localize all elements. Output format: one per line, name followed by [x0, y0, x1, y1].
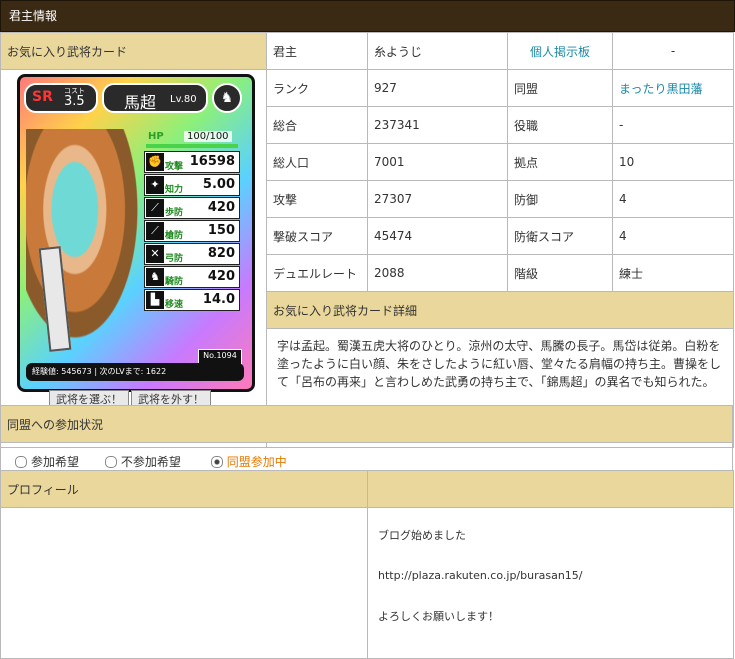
row-value: 7001 [367, 143, 508, 181]
card-cell: SR コスト 3.5 馬超 Lv.80 ♞ HP 100/100 ✊ 攻撃 16… [0, 69, 267, 448]
general-portrait [26, 129, 148, 359]
row-label: 撃破スコア [266, 217, 368, 255]
hp-label: HP [148, 131, 164, 142]
stat-value: 420 [207, 200, 235, 215]
profile-body: ブログ始めました http://plaza.rakuten.co.jp/bura… [367, 507, 734, 659]
row-label: 君主 [266, 32, 368, 70]
row-label: 防御 [507, 180, 613, 218]
alliance-header: 同盟への参加状況 [0, 405, 733, 443]
stat-label: 弓防 [165, 254, 184, 264]
row-label: 防衛スコア [507, 217, 613, 255]
hp-row: HP 100/100 [144, 129, 240, 149]
stat-label: 攻撃 [165, 162, 184, 172]
radio-icon [15, 456, 27, 468]
general-name: 馬超 [124, 93, 157, 112]
detail-header: お気に入り武将カード詳細 [266, 291, 734, 329]
radio-decline[interactable]: 不参加希望 [104, 454, 181, 469]
row-label: 役職 [507, 106, 613, 144]
radio-icon [210, 456, 223, 468]
stat-value: 5.00 [202, 177, 235, 192]
stat-value: 420 [207, 269, 235, 284]
row-label: 総合 [266, 106, 368, 144]
hp-bar-fill [146, 144, 238, 148]
alliance-link[interactable]: まったり黒田藩 [612, 69, 734, 107]
stat-intellect: ✦ 知力 5.00 [144, 174, 240, 196]
stat-label: 騎防 [165, 277, 184, 287]
sparkle-icon: ✦ [146, 176, 164, 194]
bow-icon: ✕ [146, 245, 164, 263]
row-value: 2088 [367, 254, 508, 292]
hp-bar [146, 144, 238, 148]
stat-value: 150 [207, 223, 235, 238]
row-label: 攻撃 [266, 180, 368, 218]
favorite-general-card: SR コスト 3.5 馬超 Lv.80 ♞ HP 100/100 ✊ 攻撃 16… [17, 74, 255, 392]
stat-cavalry-def: ♞ 騎防 420 [144, 266, 240, 288]
personal-board-link[interactable]: 個人掲示板 [507, 32, 613, 70]
row-label: ランク [266, 69, 368, 107]
stat-spear-def: ⟋ 槍防 150 [144, 220, 240, 242]
stat-label: 歩防 [165, 208, 184, 218]
radio-label: 参加希望 [31, 454, 80, 469]
general-level: Lv.80 [170, 94, 197, 105]
hp-value: 100/100 [184, 131, 232, 142]
row-label: デュエルレート [266, 254, 368, 292]
page: 君主情報 お気に入り武将カード 君主 糸ようじ 個人掲示板 - SR コスト 3… [0, 0, 735, 659]
row-label: 拠点 [507, 143, 613, 181]
profile-header-blank [367, 470, 734, 508]
experience-bar: 経験値: 545673 | 次のLVまで: 1622 [26, 363, 244, 381]
alliance-status-section: 同盟への参加状況 参加希望 不参加希望 同盟参加中 [0, 405, 733, 480]
lord-info-table: お気に入り武将カード 君主 糸ようじ 個人掲示板 - SR コスト 3.5 馬超… [0, 32, 734, 448]
row-value: 練士 [612, 254, 734, 292]
stat-value: 16598 [189, 154, 235, 169]
cost-value: 3.5 [64, 94, 85, 109]
board-value: - [612, 32, 734, 70]
page-title: 君主情報 [0, 0, 735, 32]
blog-url: http://plaza.rakuten.co.jp/burasan15/ [378, 569, 583, 582]
card-header: お気に入り武将カード [0, 32, 267, 70]
row-label: 総人口 [266, 143, 368, 181]
row-value: 10 [612, 143, 734, 181]
cavalry-icon: ♞ [212, 83, 242, 113]
stat-move-speed: ▙ 移速 14.0 [144, 289, 240, 311]
horse-icon: ♞ [146, 268, 164, 286]
boot-icon: ▙ [146, 291, 164, 309]
sword-icon: ⟋ [146, 199, 164, 217]
general-name-badge: 馬超 Lv.80 [102, 83, 208, 113]
radio-icon [104, 456, 117, 468]
stat-bow-def: ✕ 弓防 820 [144, 243, 240, 265]
row-label: 階級 [507, 254, 613, 292]
stat-label: 知力 [165, 185, 184, 195]
row-value: 4 [612, 180, 734, 218]
row-value: 237341 [367, 106, 508, 144]
profile-line: よろしくお願いします！ [378, 610, 499, 623]
radio-label: 同盟参加中 [226, 454, 287, 469]
rarity-badge: SR コスト 3.5 [24, 83, 98, 113]
row-value: - [612, 106, 734, 144]
radio-label: 不参加希望 [120, 454, 181, 469]
stat-infantry-def: ⟋ 歩防 420 [144, 197, 240, 219]
stat-label: 移速 [165, 300, 184, 310]
lord-name: 糸ようじ [367, 32, 508, 70]
radio-joined[interactable]: 同盟参加中 [210, 454, 287, 469]
row-value: 4 [612, 217, 734, 255]
fist-icon: ✊ [146, 153, 164, 171]
row-label: 同盟 [507, 69, 613, 107]
radio-join-request[interactable]: 参加希望 [15, 455, 79, 469]
profile-line: ブログ始めました [378, 529, 466, 542]
stat-value: 14.0 [202, 292, 235, 307]
stat-attack: ✊ 攻撃 16598 [144, 151, 240, 173]
profile-header: プロフィール [0, 470, 368, 508]
stat-value: 820 [207, 246, 235, 261]
row-value: 45474 [367, 217, 508, 255]
rarity: SR [32, 89, 53, 105]
row-value: 927 [367, 69, 508, 107]
profile-left-blank [0, 507, 368, 659]
stat-label: 槍防 [165, 231, 184, 241]
profile-section: プロフィール ブログ始めました http://plaza.rakuten.co.… [0, 470, 734, 659]
spear-icon: ⟋ [146, 222, 164, 240]
row-value: 27307 [367, 180, 508, 218]
